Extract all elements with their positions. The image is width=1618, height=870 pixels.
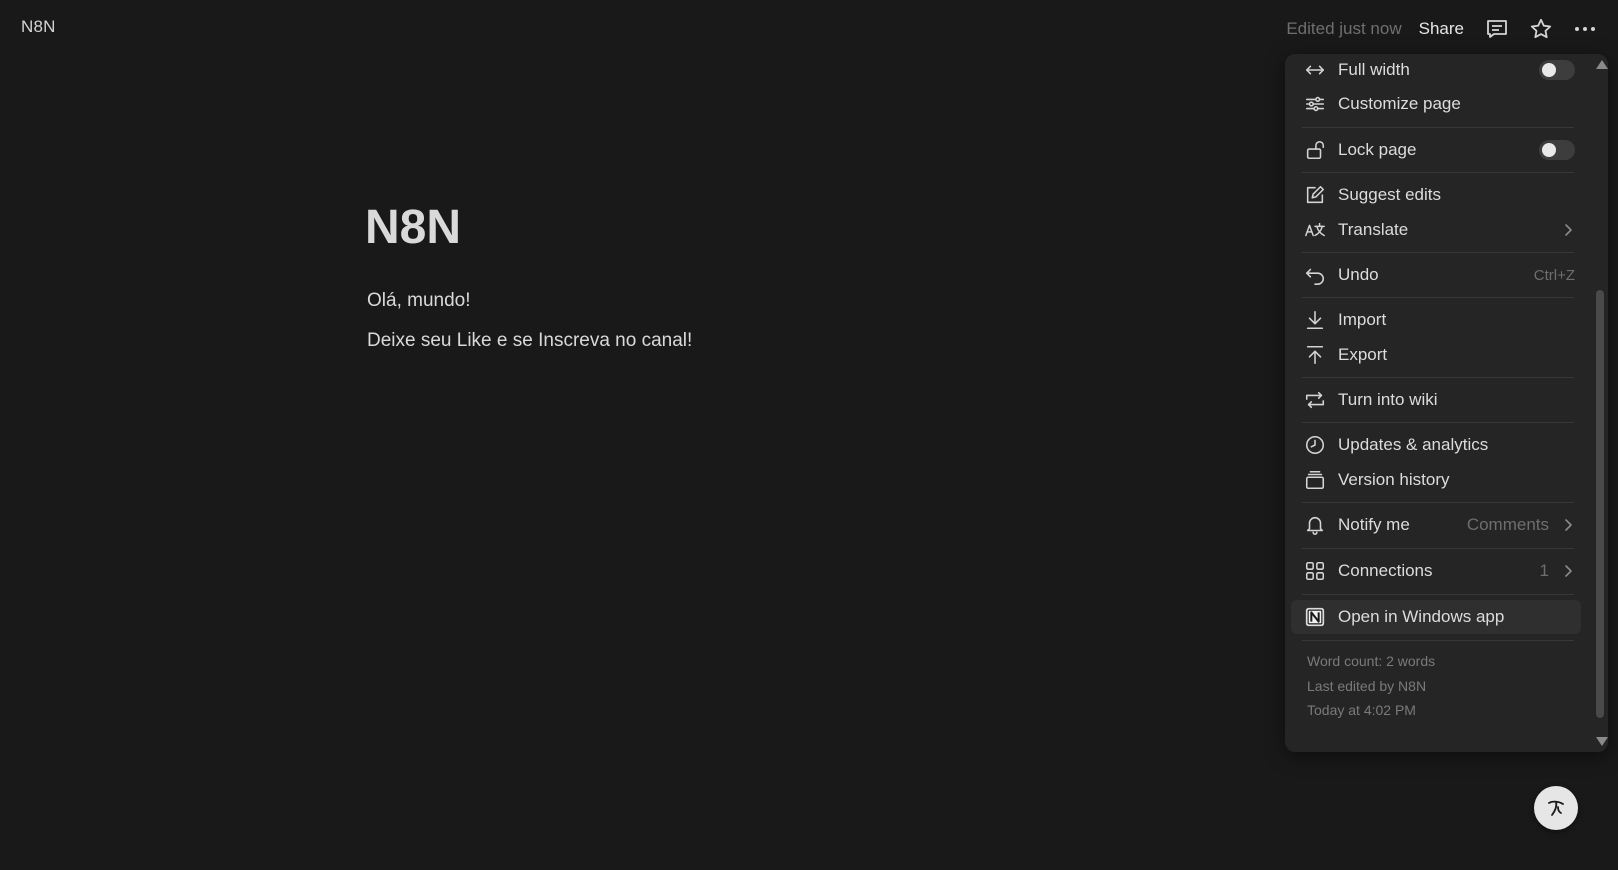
- upload-icon: [1303, 343, 1327, 367]
- menu-item-label: Version history: [1338, 470, 1450, 489]
- chevron-right-icon: [1561, 223, 1575, 237]
- scrollbar-thumb[interactable]: [1596, 290, 1604, 718]
- share-button[interactable]: Share: [1419, 19, 1464, 39]
- menu-item-import[interactable]: Import: [1291, 303, 1581, 337]
- star-icon[interactable]: [1528, 16, 1554, 42]
- menu-item-label: Open in Windows app: [1338, 607, 1505, 626]
- menu-item-label: Updates & analytics: [1338, 435, 1489, 454]
- full-width-toggle[interactable]: [1539, 60, 1575, 80]
- sliders-icon: [1303, 92, 1327, 116]
- menu-item-undo[interactable]: Undo Ctrl+Z: [1291, 258, 1581, 292]
- menu-item-label: Suggest edits: [1338, 185, 1442, 204]
- menu-item-connections[interactable]: Connections 1: [1291, 554, 1581, 588]
- menu-item-translate[interactable]: Translate: [1291, 213, 1581, 247]
- menu-divider: [1302, 252, 1574, 253]
- help-button[interactable]: [1534, 786, 1578, 830]
- menu-item-suggest-edits[interactable]: Suggest edits: [1291, 178, 1581, 212]
- suggest-edit-icon: [1303, 183, 1327, 207]
- word-count: Word count: 2 words: [1307, 653, 1436, 669]
- menu-divider: [1302, 594, 1574, 595]
- topbar-actions: Edited just now Share: [1286, 14, 1598, 44]
- menu-item-label: Lock page: [1338, 140, 1417, 159]
- notion-logo-icon: [1303, 605, 1327, 629]
- version-history-icon: [1303, 468, 1327, 492]
- scroll-down-arrow-icon[interactable]: [1596, 737, 1608, 746]
- menu-item-version-history[interactable]: Version history: [1291, 463, 1581, 497]
- paragraph-block[interactable]: Olá, mundo!: [367, 290, 471, 312]
- topbar: N8N Edited just now Share: [0, 0, 1618, 56]
- menu-item-label: Translate: [1338, 220, 1409, 239]
- clock-icon: [1303, 433, 1327, 457]
- bell-icon: [1303, 513, 1327, 537]
- paragraph-block[interactable]: Deixe seu Like e se Inscreva no canal!: [367, 330, 692, 352]
- comment-icon[interactable]: [1484, 16, 1510, 42]
- menu-divider: [1302, 127, 1574, 128]
- menu-divider: [1302, 172, 1574, 173]
- arrows-horizontal-icon: [1303, 58, 1327, 82]
- menu-divider: [1302, 640, 1574, 641]
- scroll-up-arrow-icon[interactable]: [1596, 60, 1608, 69]
- translate-icon: [1303, 218, 1327, 242]
- menu-item-lock-page[interactable]: Lock page: [1291, 133, 1581, 167]
- edited-time: Today at 4:02 PM: [1307, 702, 1416, 718]
- menu-item-label: Undo: [1338, 265, 1379, 284]
- menu-item-label: Export: [1338, 345, 1388, 364]
- menu-scrollbar[interactable]: [1594, 58, 1608, 748]
- grid-icon: [1303, 559, 1327, 583]
- breadcrumb[interactable]: N8N: [21, 17, 56, 37]
- wiki-convert-icon: [1303, 388, 1327, 412]
- page-title[interactable]: N8N: [365, 200, 461, 255]
- lock-page-toggle[interactable]: [1539, 140, 1575, 160]
- download-icon: [1303, 308, 1327, 332]
- menu-item-full-width[interactable]: Full width: [1291, 54, 1581, 87]
- menu-divider: [1302, 297, 1574, 298]
- edited-status: Edited just now: [1286, 19, 1402, 38]
- menu-divider: [1302, 548, 1574, 549]
- menu-item-notify-me[interactable]: Notify me Comments: [1291, 508, 1581, 542]
- page-options-menu: Full width Customize page Lock page Sugg…: [1285, 54, 1608, 752]
- menu-item-export[interactable]: Export: [1291, 338, 1581, 372]
- last-edited: Last edited by N8N: [1307, 678, 1427, 694]
- menu-item-label: Turn into wiki: [1338, 390, 1438, 409]
- menu-item-customize-page[interactable]: Customize page: [1291, 87, 1581, 121]
- menu-divider: [1302, 502, 1574, 503]
- menu-item-label: Full width: [1338, 60, 1410, 79]
- undo-icon: [1303, 263, 1327, 287]
- notify-value: Comments: [1466, 515, 1549, 534]
- menu-item-label: Notify me: [1338, 515, 1410, 534]
- menu-divider: [1302, 422, 1574, 423]
- connections-count: 1: [1539, 561, 1549, 580]
- chevron-right-icon: [1561, 564, 1575, 578]
- menu-divider: [1302, 377, 1574, 378]
- app-window: N8N Edited just now Share N8N Olá, mundo…: [0, 0, 1618, 870]
- more-icon[interactable]: [1572, 16, 1598, 42]
- menu-item-label: Import: [1338, 310, 1387, 329]
- menu-item-open-windows-app[interactable]: Open in Windows app: [1291, 600, 1581, 634]
- menu-item-turn-into-wiki[interactable]: Turn into wiki: [1291, 383, 1581, 417]
- chevron-right-icon: [1561, 518, 1575, 532]
- menu-item-label: Connections: [1338, 561, 1433, 580]
- help-icon: [1543, 795, 1569, 821]
- menu-item-label: Customize page: [1338, 94, 1461, 113]
- unlock-icon: [1303, 138, 1327, 162]
- menu-item-updates-analytics[interactable]: Updates & analytics: [1291, 428, 1581, 462]
- undo-shortcut: Ctrl+Z: [1533, 266, 1575, 284]
